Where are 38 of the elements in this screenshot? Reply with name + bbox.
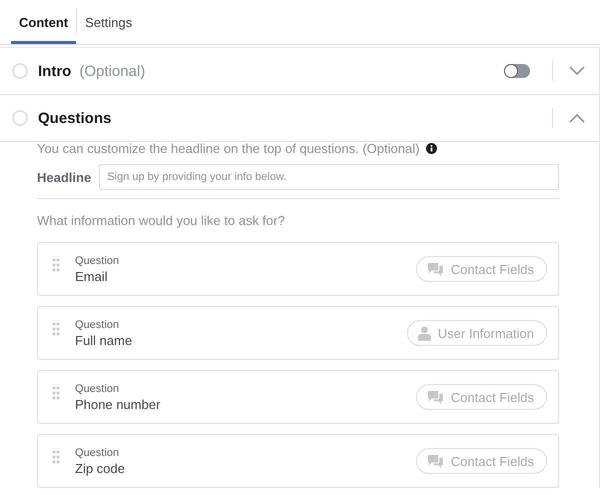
question-value: Email [75, 268, 109, 284]
chat-bubbles-icon [426, 390, 444, 404]
question-card[interactable]: Question Full name User Information [37, 306, 559, 360]
category-tag: Contact Fields [416, 384, 547, 410]
question-card[interactable]: Question Zip code Contact Fields [37, 434, 559, 488]
question-value: Phone number [75, 396, 160, 412]
radio-icon [12, 110, 28, 126]
prompt-text: What information would you like to ask for? [37, 213, 286, 228]
question-value: Full name [75, 332, 132, 348]
description-text: You can customize the headline on the top of questions. (Optional) [37, 140, 420, 156]
section-title: Intro [38, 62, 72, 80]
drag-handle-icon[interactable] [52, 258, 60, 272]
section-title: Questions [38, 110, 112, 126]
question-value: Zip code [75, 460, 125, 476]
drag-handle-icon[interactable] [52, 450, 60, 464]
question-label: Question [75, 254, 120, 266]
tab[interactable]: Settings [77, 0, 140, 44]
question-label: Question [75, 446, 120, 458]
question-card[interactable]: Question Email Contact Fields [37, 242, 559, 296]
question-card[interactable]: Question Phone number Contact Fields [37, 370, 559, 424]
category-tag: User Information [406, 320, 547, 346]
drag-handle-icon[interactable] [52, 322, 60, 336]
chevron-icon[interactable] [569, 113, 585, 123]
toggle-switch[interactable] [504, 64, 530, 78]
drag-handle-icon[interactable] [52, 386, 60, 400]
info-icon[interactable] [426, 142, 437, 154]
chat-bubbles-icon [426, 454, 444, 468]
question-label: Question [75, 382, 120, 394]
section-note: (Optional) [79, 62, 146, 80]
chat-bubbles-icon [426, 262, 444, 276]
question-label: Question [75, 318, 120, 330]
headline-label: Headline [37, 170, 92, 184]
user-icon [418, 326, 431, 340]
headline-field[interactable]: Sign up by providing your info below. [99, 164, 559, 190]
chevron-icon[interactable] [569, 66, 585, 76]
category-tag: Contact Fields [416, 256, 547, 282]
category-tag: Contact Fields [416, 448, 547, 474]
radio-icon [12, 63, 28, 79]
